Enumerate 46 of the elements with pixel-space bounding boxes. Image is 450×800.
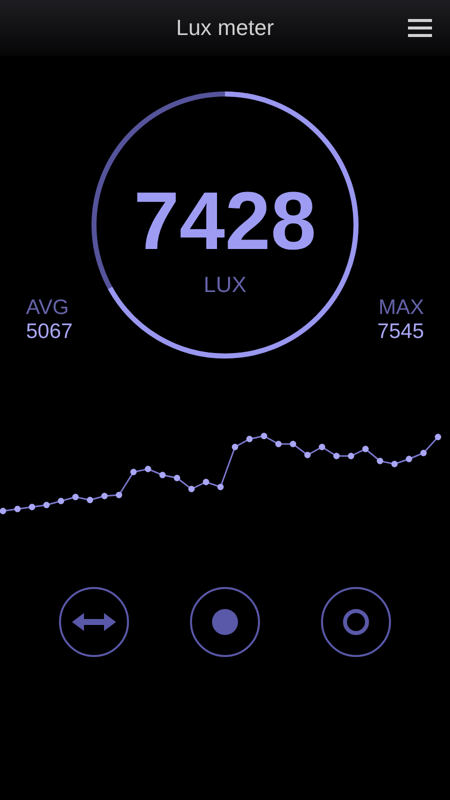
stat-value: 5067	[26, 320, 73, 344]
data-point	[43, 502, 50, 508]
data-point	[72, 494, 79, 500]
data-point	[144, 466, 152, 472]
data-point	[260, 432, 268, 440]
data-point	[86, 496, 94, 504]
menu-icon	[408, 19, 432, 37]
stat-label: AVG	[26, 296, 69, 320]
data-point	[101, 492, 108, 500]
data-point	[290, 440, 296, 448]
data-point	[28, 504, 36, 510]
data-point	[0, 508, 6, 514]
data-point	[275, 440, 282, 448]
data-point	[333, 452, 340, 460]
data-point	[159, 472, 166, 478]
data-point	[202, 478, 210, 486]
data-point	[58, 498, 64, 504]
data-point	[362, 446, 369, 452]
lux-reading: 7428	[134, 178, 316, 266]
data-point	[420, 450, 427, 456]
data-point	[246, 436, 253, 442]
filled-dot-icon	[212, 609, 238, 635]
ring-icon	[343, 609, 369, 635]
data-point	[318, 444, 326, 450]
data-point	[14, 506, 21, 512]
data-point	[217, 484, 224, 490]
app-title: Lux meter	[176, 15, 274, 41]
data-point	[174, 474, 180, 482]
data-point	[130, 468, 137, 476]
unit-label: LUX	[204, 272, 246, 298]
double-arrow-icon	[72, 612, 116, 632]
data-point	[116, 492, 122, 498]
menu-button[interactable]	[408, 19, 432, 37]
data-point	[232, 444, 238, 450]
resize-button[interactable]	[59, 587, 129, 657]
stat-value: 7545	[377, 320, 424, 344]
record-button[interactable]	[190, 587, 260, 657]
data-point	[304, 452, 311, 458]
data-point	[188, 486, 195, 492]
data-point	[391, 460, 398, 468]
data-point	[348, 452, 354, 460]
stat-label: MAX	[378, 296, 424, 320]
ring-button[interactable]	[321, 587, 391, 657]
data-point	[376, 458, 384, 464]
data-point	[406, 456, 412, 462]
data-point	[434, 434, 442, 440]
